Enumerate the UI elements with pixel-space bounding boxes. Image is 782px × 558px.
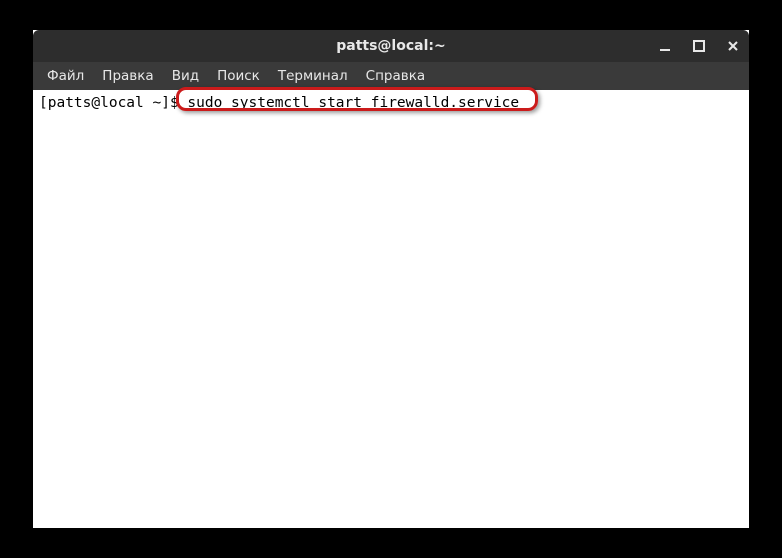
prompt-text: [patts@local ~]$ (39, 95, 187, 111)
menu-edit[interactable]: Правка (94, 65, 161, 87)
close-icon (727, 40, 739, 52)
menu-terminal[interactable]: Терминал (270, 65, 356, 87)
window-title: patts@local:~ (33, 38, 749, 54)
close-button[interactable] (723, 36, 743, 56)
maximize-button[interactable] (689, 36, 709, 56)
terminal-body[interactable]: [patts@local ~]$ sudo systemctl start fi… (33, 90, 749, 528)
command-text: sudo systemctl start firewalld.service (187, 95, 519, 111)
terminal-line: [patts@local ~]$ sudo systemctl start fi… (39, 94, 743, 112)
window-controls (655, 30, 743, 62)
titlebar[interactable]: patts@local:~ (33, 30, 749, 62)
terminal-window: patts@local:~ Файл Правка Вид (33, 30, 749, 528)
menu-file[interactable]: Файл (39, 65, 92, 87)
menu-search[interactable]: Поиск (209, 65, 268, 87)
menu-help[interactable]: Справка (358, 65, 433, 87)
menu-view[interactable]: Вид (164, 65, 207, 87)
minimize-button[interactable] (655, 36, 675, 56)
maximize-icon (693, 40, 705, 52)
minimize-icon (659, 40, 671, 52)
menubar: Файл Правка Вид Поиск Терминал Справка (33, 62, 749, 90)
